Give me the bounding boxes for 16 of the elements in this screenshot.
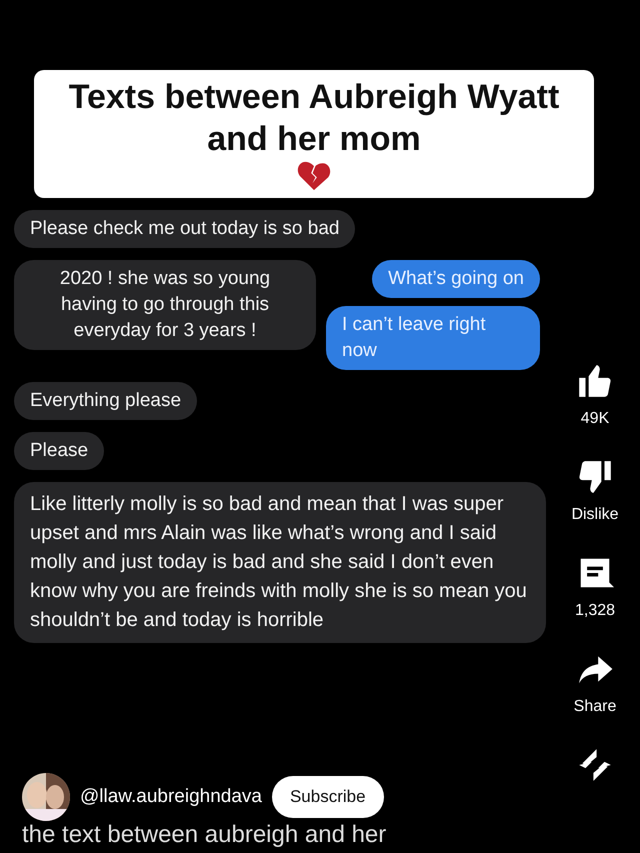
message-bubble: I can’t leave right now (326, 306, 540, 370)
message-bubble: Please check me out today is so bad (14, 210, 356, 248)
message-bubble: Everything please (14, 382, 198, 420)
title-text: Texts between Aubreigh Wyatt and her mom (68, 77, 560, 160)
video-caption: the text between aubreigh and her (22, 821, 388, 849)
channel-handle[interactable]: @llaw.aubreighndava (80, 786, 262, 808)
broken-heart-icon (297, 160, 331, 192)
dislike-button[interactable]: Dislike (571, 458, 619, 524)
like-button[interactable]: 49K (576, 362, 614, 428)
share-button[interactable]: Share (574, 650, 616, 716)
subscribe-button[interactable]: Subscribe (272, 776, 384, 818)
message-bubble: Like litterly molly is so bad and mean that I was super upset and mrs Alain was like what’s wrong and I said molly and just today is bad and she said I don’t even know why you are freinds with molly she is so mean you shouldn’t be and today is horrible (14, 482, 546, 643)
message-bubble: What’s going on (372, 260, 540, 298)
message-bubble: 2020 ! she was so young having to go through this everyday for 3 years ! (14, 260, 316, 350)
comment-button[interactable]: 1,328 (574, 554, 616, 620)
message-bubble: Please (14, 432, 104, 470)
